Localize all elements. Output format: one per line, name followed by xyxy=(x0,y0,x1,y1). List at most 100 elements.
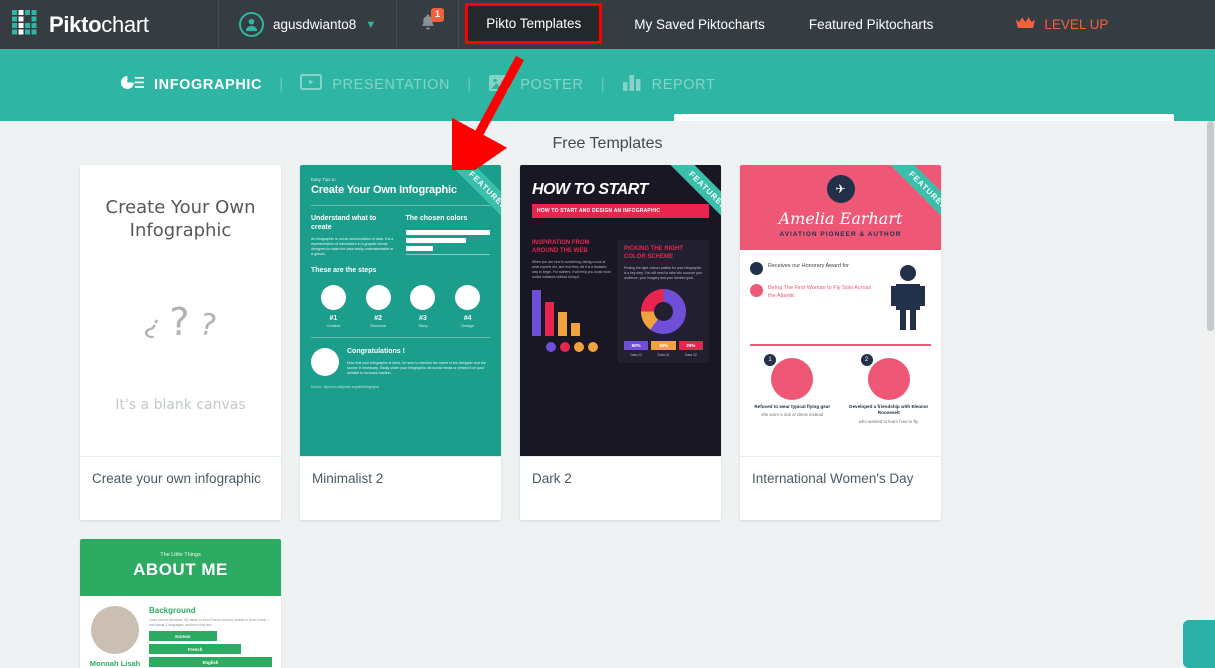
presentation-screen-icon xyxy=(300,73,323,97)
nav-featured-piktocharts-label: Featured Piktocharts xyxy=(808,17,934,32)
category-subnav: INFOGRAPHIC | PRESENTATION | POSTER | RE… xyxy=(0,49,1215,158)
notification-badge: 1 xyxy=(430,8,445,22)
category-presentation-label: PRESENTATION xyxy=(332,77,451,93)
preview-left-body: When you are new to something, taking a … xyxy=(532,259,611,279)
template-thumbnail: Create Your Own Infographic ??? It's a b… xyxy=(80,165,281,456)
preview-heading: HOW TO START xyxy=(532,181,648,198)
preview-right-column: The chosen colors xyxy=(405,215,490,257)
step-label: Context xyxy=(326,323,341,329)
fact-number: 1 xyxy=(764,354,776,366)
facebook-icon xyxy=(545,342,556,353)
nav-my-saved-piktocharts[interactable]: My Saved Piktocharts xyxy=(612,0,787,49)
step-label: Story xyxy=(418,323,428,329)
template-card-about-me[interactable]: The Little Things ABOUT ME Monnah Lisah … xyxy=(80,539,281,668)
congrats-heading: Congratulations ! xyxy=(347,348,405,356)
preview-left-column: Understand what to create An infographic… xyxy=(311,215,396,257)
brand-logo[interactable]: Piktochart xyxy=(0,0,219,49)
preview-bar xyxy=(405,245,434,251)
question-mark-icon-3: ? xyxy=(196,306,219,345)
brand-wordmark-light: chart xyxy=(101,11,149,37)
preview-bullets: Receives our Honorary Award for Being Th… xyxy=(750,262,877,332)
templates-content-area: Free Templates Create Your Own Infograph… xyxy=(0,121,1215,668)
step-label: Design xyxy=(461,323,474,329)
category-presentation[interactable]: PRESENTATION xyxy=(300,73,451,97)
category-poster-label: POSTER xyxy=(520,77,584,93)
donut-value: 15% xyxy=(651,340,676,350)
question-mark-icon-2: ? xyxy=(169,300,190,344)
template-card-dark-2[interactable]: HOW TO START HOW TO START AND DESIGN AN … xyxy=(520,165,721,520)
trophy-icon xyxy=(311,348,339,377)
templates-grid-row-1: Create Your Own Infographic ??? It's a b… xyxy=(0,165,1215,668)
step-icon xyxy=(410,285,436,311)
preview-heading: ABOUT ME xyxy=(133,560,228,579)
donut-value: 60% xyxy=(624,340,649,350)
brand-wordmark-bold: Pikto xyxy=(49,11,102,37)
template-card-title: Dark 2 xyxy=(520,456,721,520)
category-infographic[interactable]: INFOGRAPHIC xyxy=(120,75,262,95)
preview-donut-chart xyxy=(641,288,686,334)
template-thumbnail: HOW TO START HOW TO START AND DESIGN AN … xyxy=(520,165,721,456)
preview-bar xyxy=(558,312,567,337)
share-icon xyxy=(587,342,598,353)
nav-level-up[interactable]: LEVEL UP xyxy=(955,0,1130,49)
avatar xyxy=(239,12,264,37)
main-navigation: Pikto Templates My Saved Piktocharts Fea… xyxy=(459,0,1130,49)
preview-steps: #1 Context #2 Structure #3 Story #4 Desi… xyxy=(311,285,490,328)
template-card-title: Create your own infographic xyxy=(80,456,281,520)
preview-facts: 1 Refused to wear typical flying gear sh… xyxy=(740,346,941,425)
template-card-minimalist-2[interactable]: Easy Tips to Create Your Own Infographic… xyxy=(300,165,501,520)
preview-percent-row: 60% 15% 25% xyxy=(624,340,703,350)
crown-icon xyxy=(1015,16,1036,33)
preview-fact: 1 Refused to wear typical flying gear sh… xyxy=(748,354,837,425)
preview-congrats: Congratulations ! Now that your infograp… xyxy=(311,348,490,377)
preview-left-column: INSPIRATION FROM AROUND THE WEB When you… xyxy=(532,240,611,363)
profile-name: Monnah Lisah xyxy=(89,659,141,668)
bar-chart-icon xyxy=(622,74,642,97)
category-report[interactable]: REPORT xyxy=(622,74,716,97)
preview-step: #1 Context xyxy=(311,285,356,328)
scrollbar-thumb[interactable] xyxy=(1207,121,1214,331)
help-chat-button[interactable] xyxy=(1183,620,1215,668)
template-thumbnail: Easy Tips to Create Your Own Infographic… xyxy=(300,165,501,456)
nav-featured-piktocharts[interactable]: Featured Piktocharts xyxy=(787,0,956,49)
user-account-menu[interactable]: agusdwianto8 ▼ xyxy=(219,0,398,49)
preview-axis xyxy=(405,253,490,255)
top-header-bar: Piktochart agusdwianto8 ▼ 1 Pikto Templa… xyxy=(0,0,1215,49)
preview-left-heading: INSPIRATION FROM AROUND THE WEB xyxy=(532,240,590,254)
preview-fact: 2 Developed a friendship with Eleanor Ro… xyxy=(845,354,934,425)
language-bar: Korean xyxy=(149,631,217,642)
vertical-scrollbar[interactable] xyxy=(1206,121,1215,668)
social-icons xyxy=(532,342,611,353)
handshake-icon xyxy=(867,358,910,400)
subnav-separator-2: | xyxy=(467,76,472,93)
notifications-button[interactable]: 1 xyxy=(397,0,460,49)
background-body: I was born in Montana. My father is from… xyxy=(149,618,269,628)
preview-right-column: PICKING THE RIGHT COLOR SCHEME Picking t… xyxy=(618,240,709,363)
preview-eyebrow: The Little Things xyxy=(160,552,201,558)
fact-body: she wore a suit or dress instead xyxy=(761,412,824,418)
preview-steps-heading: These are the steps xyxy=(311,267,377,275)
template-card-create-own[interactable]: Create Your Own Infographic ??? It's a b… xyxy=(80,165,281,520)
blank-canvas-subtext: It's a blank canvas xyxy=(115,397,246,413)
nav-pikto-templates[interactable]: Pikto Templates xyxy=(465,3,603,44)
language-bar: English xyxy=(149,657,272,668)
preview-bar xyxy=(405,237,467,243)
preview-divider xyxy=(311,205,490,206)
preview-bullet: Receives our Honorary Award for xyxy=(750,262,877,275)
blank-canvas-preview: Create Your Own Infographic ??? It's a b… xyxy=(80,165,281,456)
category-poster[interactable]: POSTER xyxy=(488,73,583,98)
bullet-text: Being The First Woman to Fly Solo Across… xyxy=(768,285,872,300)
category-infographic-label: INFOGRAPHIC xyxy=(154,77,263,93)
congrats-body: Now that your infographic is done, be su… xyxy=(347,360,486,376)
preview-profile: Monnah Lisah Background I was born in Mo… xyxy=(80,596,281,668)
image-picture-icon xyxy=(488,73,510,98)
step-number: #4 xyxy=(463,315,472,323)
woman-figure-illustration xyxy=(885,262,931,332)
template-thumbnail: ✈ Amelia Earhart AVIATION PIONEER & AUTH… xyxy=(740,165,941,456)
plane-badge-icon xyxy=(750,284,763,297)
nav-pikto-templates-label: Pikto Templates xyxy=(486,16,582,31)
chevron-down-icon: ▼ xyxy=(365,18,377,31)
step-number: #3 xyxy=(418,315,427,323)
preview-label-row: Data 02 Data 02 Data 02 xyxy=(624,353,703,357)
template-card-international-womens-day[interactable]: ✈ Amelia Earhart AVIATION PIONEER & AUTH… xyxy=(740,165,941,520)
